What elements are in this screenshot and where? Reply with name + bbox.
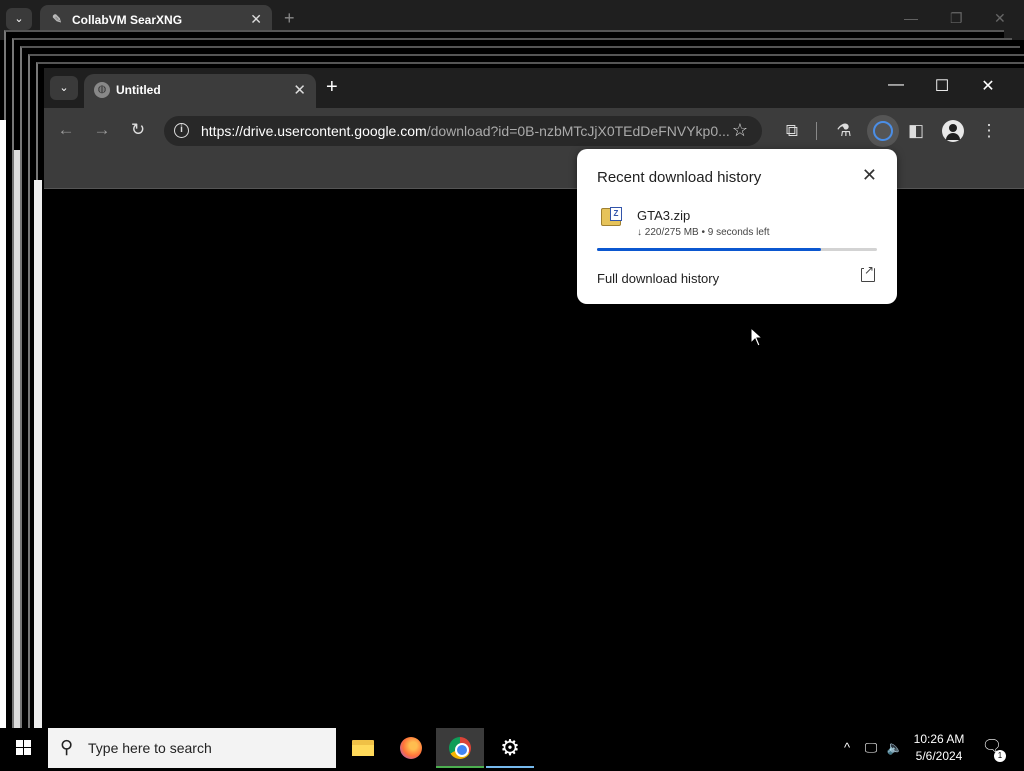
- site-info-icon[interactable]: i: [174, 123, 189, 138]
- taskbar-chrome[interactable]: [436, 728, 484, 768]
- back-button[interactable]: ←: [54, 120, 78, 140]
- background-tab-close-icon[interactable]: ✕: [250, 11, 262, 28]
- minimize-button[interactable]: —: [876, 76, 916, 94]
- url-host: https://drive.usercontent.google.com: [201, 123, 427, 139]
- windows-logo-icon: [16, 740, 32, 756]
- clock-date: 5/6/2024: [915, 749, 963, 763]
- download-progress-ring-icon: [873, 121, 893, 141]
- searxng-favicon-icon: ✎: [52, 12, 63, 26]
- tab-close-icon[interactable]: ✕: [293, 81, 306, 99]
- url-path: /download?id=0B-nzbMTcJjX0TEdDeFNVYkp0..…: [426, 123, 730, 139]
- background-close-icon[interactable]: ✕: [994, 10, 1006, 27]
- taskbar-clock[interactable]: 10:26 AM 5/6/2024: [900, 731, 978, 765]
- open-external-icon[interactable]: [861, 263, 875, 282]
- background-restore-icon[interactable]: ❐: [950, 10, 963, 27]
- labs-flask-icon[interactable]: ⚗: [831, 118, 857, 144]
- more-menu-icon[interactable]: ⋮: [976, 118, 1002, 144]
- reload-button[interactable]: ↻: [126, 120, 150, 140]
- toolbar-divider: [816, 122, 817, 140]
- close-icon[interactable]: ✕: [862, 165, 877, 186]
- search-input[interactable]: [88, 736, 318, 760]
- zip-file-icon: [601, 207, 622, 226]
- clock-time: 10:26 AM: [913, 732, 965, 746]
- full-download-history-link[interactable]: Full download history: [597, 271, 719, 286]
- gear-icon: ⚙: [500, 735, 520, 760]
- taskbar-search-box[interactable]: ⚲: [48, 728, 336, 768]
- side-panel-icon[interactable]: ◧: [903, 118, 929, 144]
- new-tab-button[interactable]: +: [326, 76, 338, 99]
- tab-untitled[interactable]: ◍ Untitled ✕: [84, 74, 316, 108]
- notification-badge: 1: [994, 750, 1006, 762]
- start-button[interactable]: [0, 728, 48, 768]
- download-progress-fill: [597, 248, 821, 251]
- desktop: ⌄ ✎ CollabVM SearXNG ✕ + — ❐ ✕ ⌄ ◍ Untit…: [0, 0, 1024, 728]
- maximize-button[interactable]: ☐: [922, 76, 962, 96]
- notification-center-icon[interactable]: 🗨 1: [980, 736, 1006, 762]
- show-hidden-icons-chevron-icon[interactable]: ^: [838, 728, 856, 768]
- chrome-icon: [449, 737, 471, 759]
- taskbar-settings[interactable]: ⚙: [486, 728, 534, 768]
- ghost-window-edge: [34, 180, 42, 728]
- ghost-window-edge: [14, 150, 20, 728]
- bookmark-star-icon[interactable]: ☆: [732, 120, 748, 141]
- file-explorer-icon: [352, 740, 374, 756]
- mouse-cursor-icon: [750, 327, 764, 347]
- background-tab-title: CollabVM SearXNG: [72, 13, 183, 27]
- tab-search-dropdown-button[interactable]: ⌄: [50, 76, 78, 100]
- profile-avatar[interactable]: [942, 120, 964, 142]
- download-bubble: Recent download history ✕ GTA3.zip ↓ 220…: [577, 149, 897, 304]
- search-icon: ⚲: [60, 737, 74, 757]
- background-new-tab-button[interactable]: +: [284, 8, 295, 29]
- download-progress-button[interactable]: [867, 115, 899, 147]
- forward-button[interactable]: →: [90, 120, 114, 140]
- network-icon[interactable]: 🖵: [860, 728, 882, 768]
- tab-title: Untitled: [116, 83, 161, 97]
- firefox-icon: [400, 737, 422, 759]
- download-bubble-heading: Recent download history: [597, 169, 762, 186]
- url-text[interactable]: https://drive.usercontent.google.com/dow…: [201, 123, 730, 139]
- tab-search-dropdown-button[interactable]: ⌄: [6, 8, 32, 30]
- taskbar-firefox[interactable]: [387, 728, 435, 768]
- browser-toolbar: ← → ↻ i https://drive.usercontent.google…: [44, 108, 1024, 154]
- taskbar-file-explorer[interactable]: [338, 728, 386, 768]
- extensions-puzzle-icon[interactable]: ⧉: [779, 118, 805, 144]
- ghost-window-edge: [0, 120, 6, 728]
- globe-icon: ◍: [94, 82, 110, 98]
- taskbar: ⚲ ⚙ ^ 🖵 🔈 10:26 AM 5/6/2024 🗨1: [0, 728, 1024, 768]
- download-status: ↓ 220/275 MB • 9 seconds left: [637, 227, 770, 238]
- background-minimize-icon[interactable]: —: [904, 10, 918, 26]
- download-file-name[interactable]: GTA3.zip: [637, 208, 690, 223]
- tab-strip: ⌄ ◍ Untitled ✕ + — ☐ ✕: [44, 68, 1024, 108]
- address-bar[interactable]: i https://drive.usercontent.google.com/d…: [164, 116, 762, 146]
- download-progress-bar: [597, 248, 877, 251]
- close-window-button[interactable]: ✕: [968, 76, 1008, 96]
